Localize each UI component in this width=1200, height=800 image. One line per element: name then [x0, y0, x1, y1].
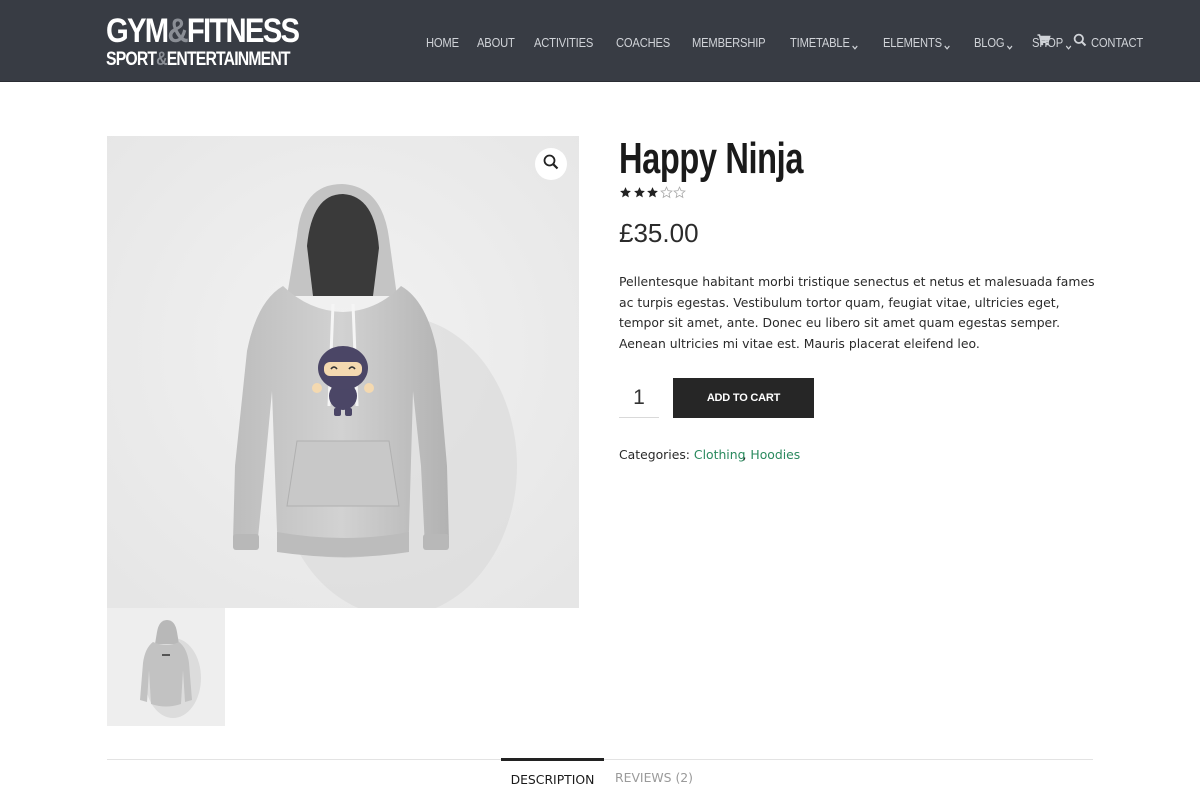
nav-item-label: ABOUT [477, 34, 515, 50]
main-nav: HOME ABOUT ACTIVITIES COACHES MEMBERSHIP TIME… [426, 30, 1165, 54]
nav-item-membership[interactable]: MEMBERSHIP [691, 34, 766, 50]
cart-icon[interactable] [1037, 33, 1051, 47]
search-icon[interactable] [1073, 33, 1087, 47]
product-main-image[interactable] [107, 136, 579, 608]
product-short-description: Pellentesque habitant morbi tristique se… [619, 274, 1095, 351]
category-link-hoodies[interactable]: Hoodies [750, 447, 800, 462]
star-filled-icon [633, 187, 645, 198]
star-filled-icon [647, 187, 658, 198]
logo-line-2: SPORT&ENTERTAINMENT [106, 49, 291, 70]
categories-label: Categories: [619, 447, 690, 462]
site-header: GYM&FITNESS SPORT&ENTERTAINMENT HOME ABOU… [0, 0, 1200, 82]
nav-item-label: BLOG [974, 34, 1005, 50]
hoodie-front-image [107, 136, 579, 608]
logo-line-1: GYM&FITNESS [106, 12, 300, 50]
tab-description[interactable]: DESCRIPTION [501, 758, 604, 794]
star-rating[interactable] [619, 186, 687, 199]
product-title: Happy Ninja [619, 134, 804, 183]
nav-item-label: ELEMENTS [882, 34, 942, 50]
nav-item-elements[interactable]: ELEMENTS [883, 35, 950, 50]
add-to-cart-button[interactable]: ADD TO CART [673, 378, 814, 418]
zoom-button[interactable] [535, 148, 567, 180]
nav-item-activities[interactable]: ACTIVITIES [534, 35, 593, 50]
nav-item-about[interactable]: ABOUT [477, 35, 515, 50]
chevron-down-icon [852, 39, 859, 50]
nav-item-label: HOME [426, 34, 459, 50]
nav-item-blog[interactable]: BLOG [974, 35, 1013, 50]
nav-item-label: CONTACT [1091, 34, 1144, 50]
nav-item-timetable[interactable]: TIMETABLE [790, 34, 859, 50]
product-thumbnail[interactable] [107, 608, 225, 726]
nav-item-label: TIMETABLE [790, 34, 850, 50]
site-logo[interactable]: GYM&FITNESS SPORT&ENTERTAINMENT [106, 12, 300, 72]
chevron-down-icon [1007, 39, 1013, 50]
nav-item-label: MEMBERSHIP [691, 34, 766, 50]
nav-item-home[interactable]: HOME [426, 35, 459, 50]
chevron-down-icon [944, 39, 950, 50]
quantity-input[interactable] [619, 378, 659, 418]
nav-item-label: COACHES [615, 34, 670, 50]
star-filled-icon [620, 187, 631, 198]
nav-item-coaches[interactable]: COACHES [616, 35, 670, 50]
star-empty-icon [659, 186, 673, 199]
product-categories: Categories: Clothing, Hoodies [619, 446, 800, 464]
star-empty-icon [673, 186, 686, 199]
nav-item-contact[interactable]: CONTACT [1091, 35, 1143, 50]
product-price: £35.00 [619, 218, 699, 248]
hoodie-back-image [107, 608, 225, 726]
category-link-clothing[interactable]: Clothing [694, 447, 746, 462]
chevron-down-icon [1066, 39, 1072, 50]
tab-reviews[interactable]: REVIEWS (2) [615, 760, 693, 796]
nav-item-label: ACTIVITIES [534, 34, 594, 50]
magnifier-icon [543, 154, 559, 175]
